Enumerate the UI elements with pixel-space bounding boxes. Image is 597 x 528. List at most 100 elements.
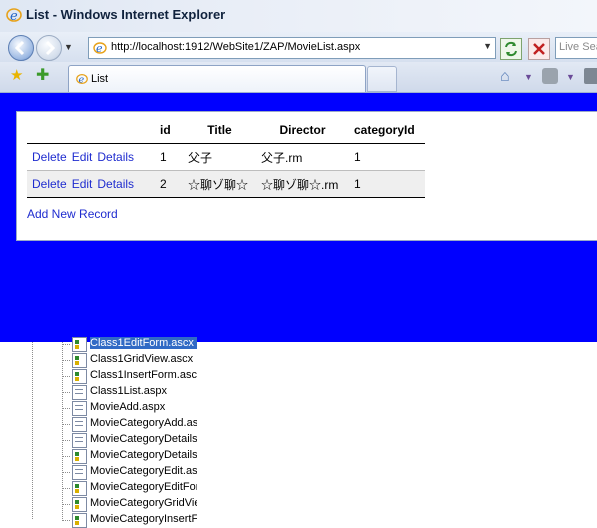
tab-bar: ★ ✚ e List ⌂ ▼ ▼ [0,62,597,93]
refresh-icon [505,41,517,57]
tree-item-label: Class1GridView.ascx [90,353,194,365]
tree-item-label: MovieCategoryEditForm [90,481,197,493]
tree-item-label: MovieCategoryGridView [90,497,197,509]
live-search-box[interactable]: Live Sea [555,37,597,59]
window-title: List - Windows Internet Explorer [26,7,226,22]
delete-link[interactable]: Delete [32,177,67,191]
tree-connector [62,360,70,361]
ascx-file-icon [72,449,87,464]
tree-connector [62,344,70,345]
add-new-record-link[interactable]: Add New Record [27,207,118,221]
aspx-file-icon [72,433,87,448]
row-actions: Delete Edit Details [27,143,155,171]
title-bar: e List - Windows Internet Explorer [0,0,597,33]
stop-button[interactable] [528,38,550,60]
edit-link[interactable]: Edit [72,177,93,191]
edit-link[interactable]: Edit [72,150,93,164]
home-icon[interactable]: ⌂ [500,68,510,86]
cell-title: 父子 [183,143,256,171]
tree-connector [62,408,70,409]
favorites-star-icon[interactable]: ★ [10,66,23,84]
tab-ie-icon: e [76,74,88,86]
tree-item-label: MovieCategoryAdd.aspx [90,417,197,429]
tree-connector [62,504,70,505]
svg-text:e: e [10,9,18,23]
recent-pages-dropdown-icon[interactable]: ▼ [64,42,73,52]
stop-icon [533,43,545,55]
arrow-left-icon [14,40,25,56]
table-row: Delete Edit Details 1 父子 父子.rm 1 [27,143,425,171]
tree-item-label: Class1List.aspx [90,385,168,397]
column-header-title: Title [207,123,232,137]
row-actions: Delete Edit Details [27,170,155,198]
cell-categoryid: 1 [349,143,425,171]
tree-connector [62,520,70,521]
tree-item-label: Class1EditForm.ascx [90,337,197,349]
page-ie-icon: e [93,42,107,55]
cell-title: ☆聊ゾ聊☆ [183,170,256,198]
tree-item-label: MovieCategoryInsertF [90,513,197,525]
column-header-id: id [160,123,171,137]
feeds-dropdown-icon[interactable]: ▼ [566,72,575,82]
tree-item-label: Class1InsertForm.ascx [90,369,197,381]
ascx-file-icon [72,353,87,368]
print-icon[interactable] [584,68,597,84]
tree-connector [62,472,70,473]
address-dropdown-icon[interactable]: ▼ [483,41,492,51]
arrow-right-icon [45,40,56,56]
actions-header [27,117,155,144]
grid-panel: id Title Director categoryId Delete Edit D… [16,111,597,241]
cell-director: ☆聊ゾ聊☆.rm [256,170,349,198]
address-bar[interactable]: e http://localhost:1912/WebSite1/ZAP/Mov… [88,37,496,59]
aspx-file-icon [72,417,87,432]
svg-text:e: e [96,42,103,55]
ascx-file-icon [72,369,87,384]
details-link[interactable]: Details [97,150,134,164]
file-tree-panel: Class1EditForm.ascx Class1GridView.ascx Cl… [0,337,597,528]
tree-connector [62,376,70,377]
forward-button[interactable] [36,35,62,61]
address-text[interactable]: http://localhost:1912/WebSite1/ZAP/Movie… [111,41,360,53]
details-link[interactable]: Details [97,177,134,191]
ascx-file-icon [72,337,87,352]
tab-label: List [91,73,109,85]
refresh-button[interactable] [500,38,522,60]
add-favorites-icon[interactable]: ✚ [36,65,49,85]
aspx-file-icon [72,385,87,400]
tree-item-label: MovieAdd.aspx [90,401,166,413]
svg-text:e: e [79,75,85,86]
column-header-categoryid: categoryId [354,123,415,137]
tree-guide-line [32,342,34,519]
tree-connector [62,440,70,441]
new-tab-button[interactable] [367,66,397,92]
cell-director: 父子.rm [256,143,349,171]
search-placeholder: Live Sea [559,41,597,53]
navigation-bar: ▼ e http://localhost:1912/WebSite1/ZAP/M… [0,32,597,62]
ie-icon: e [6,8,22,23]
page-content: id Title Director categoryId Delete Edit D… [0,93,597,342]
aspx-file-icon [72,465,87,480]
ascx-file-icon [72,481,87,496]
tree-connector [62,424,70,425]
home-dropdown-icon[interactable]: ▼ [524,72,533,82]
cell-id: 1 [155,143,183,171]
movie-grid: id Title Director categoryId Delete Edit D… [27,117,425,198]
aspx-file-icon [72,401,87,416]
cell-categoryid: 1 [349,170,425,198]
tree-connector [62,392,70,393]
delete-link[interactable]: Delete [32,150,67,164]
table-row: Delete Edit Details 2 ☆聊ゾ聊☆ ☆聊ゾ聊☆.rm 1 [27,170,425,198]
tab-list[interactable]: e List [68,65,366,92]
tree-connector [62,456,70,457]
column-header-director: Director [279,123,326,137]
tree-connector [62,488,70,489]
ascx-file-icon [72,497,87,512]
tree-item-label: MovieCategoryDetails [90,433,197,445]
tree-item-label: MovieCategoryEdit.ascx [90,465,197,477]
back-button[interactable] [8,35,34,61]
tree-guide-line [62,342,64,519]
cell-id: 2 [155,170,183,198]
feeds-icon[interactable] [542,68,558,84]
tree-item-label: MovieCategoryDetails [90,449,197,461]
grid-header-row: id Title Director categoryId [27,117,425,144]
